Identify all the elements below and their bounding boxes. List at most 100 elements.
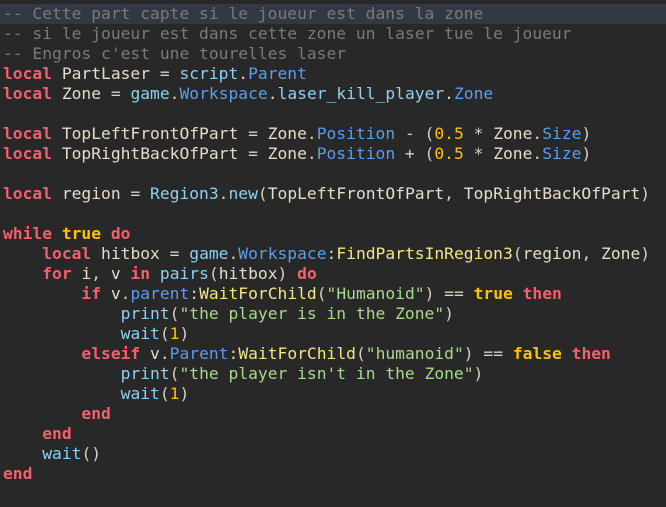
code-line[interactable]: -- Engros c'est une tourelles laser — [0, 44, 666, 64]
code-token-kw: then — [522, 284, 562, 303]
code-token-kw: end — [81, 404, 111, 423]
code-token-op: , — [581, 244, 602, 263]
code-token-cm: -- si le joueur est dans cette zone un l… — [3, 24, 572, 43]
code-token-op: . — [218, 184, 229, 203]
code-line[interactable]: print("the player is in the Zone") — [0, 304, 666, 324]
code-token-op: ( — [159, 384, 170, 403]
code-token-lit: true — [61, 224, 102, 243]
code-line[interactable]: local region = Region3.new(TopLeftFrontO… — [0, 184, 666, 204]
code-token-id: i — [71, 264, 92, 283]
code-token-bi: script — [179, 64, 239, 83]
code-token-op: . — [444, 84, 454, 103]
code-token-op: ( — [257, 184, 268, 203]
code-line[interactable]: end — [0, 404, 666, 424]
code-token-op: : — [228, 344, 239, 363]
code-line[interactable] — [0, 164, 666, 184]
code-line[interactable]: -- si le joueur est dans cette zone un l… — [0, 24, 666, 44]
code-token-id: TopLeftFrontOfPart — [52, 124, 249, 143]
code-token-mem: Workspace — [179, 84, 268, 103]
code-token-id: Zone — [52, 84, 111, 103]
code-token-mem: Position — [316, 124, 396, 143]
code-token-op: . — [120, 284, 131, 303]
code-token-id: Zone — [493, 144, 533, 163]
code-token-id: region — [522, 244, 582, 263]
code-line[interactable]: -- Cette part capte si le joueur est dan… — [0, 4, 666, 24]
code-token-bi: laser_kill_player — [277, 84, 445, 103]
code-token-kw: do — [297, 264, 317, 283]
code-line[interactable]: local Zone = game.Workspace.laser_kill_p… — [0, 84, 666, 104]
code-token-id: Zone — [267, 144, 307, 163]
code-line[interactable]: wait(1) — [0, 384, 666, 404]
code-token-op: . — [228, 244, 239, 263]
code-token-bi: new — [228, 184, 258, 203]
code-token-mem: Zone — [453, 84, 494, 103]
code-token-op: ) — [179, 384, 190, 403]
code-line[interactable]: wait() — [0, 444, 666, 464]
code-token-op: . — [532, 144, 543, 163]
code-token-op: * — [463, 124, 494, 143]
code-token-op: . — [238, 64, 249, 83]
code-line[interactable]: while true do — [0, 224, 666, 244]
code-token-op — [3, 364, 121, 383]
code-token-op: , — [91, 264, 111, 283]
code-line[interactable]: end — [0, 464, 666, 484]
code-token-bi: wait — [42, 444, 82, 463]
code-token-op: ( — [355, 344, 366, 363]
code-token-fn: WaitForChild — [199, 284, 317, 303]
code-line[interactable]: local TopLeftFrontOfPart = Zone.Position… — [0, 124, 666, 144]
code-token-op — [3, 424, 42, 443]
code-token-op — [3, 444, 42, 463]
code-token-num: 0.5 — [434, 124, 464, 143]
code-token-op: . — [267, 84, 278, 103]
code-token-lit: false — [512, 344, 562, 363]
code-token-id: TopRightBackOfPart — [463, 184, 641, 203]
code-token-num: 0.5 — [434, 144, 464, 163]
code-line[interactable]: if v.parent:WaitForChild("Humanoid") == … — [0, 284, 666, 304]
code-token-bi: game — [189, 244, 229, 263]
code-token-num: 1 — [169, 384, 180, 403]
code-token-bi: pairs — [159, 264, 209, 283]
code-token-op — [3, 284, 81, 303]
code-token-bi: print — [120, 304, 170, 323]
code-token-kw: local — [3, 144, 53, 163]
code-token-kw: local — [3, 64, 53, 83]
code-line[interactable]: print("the player isn't in the Zone") — [0, 364, 666, 384]
code-token-op: , — [444, 184, 464, 203]
code-line[interactable] — [0, 204, 666, 224]
code-token-op: ( — [169, 304, 180, 323]
code-token-kw: do — [110, 224, 131, 243]
code-token-op: * — [463, 144, 494, 163]
code-token-op — [3, 264, 42, 283]
code-line[interactable]: wait(1) — [0, 324, 666, 344]
code-token-kw: then — [571, 344, 611, 363]
code-line[interactable]: local hitbox = game.Workspace:FindPartsI… — [0, 244, 666, 264]
code-line[interactable] — [0, 104, 666, 124]
code-token-mem: Parent — [169, 344, 229, 363]
code-token-op: ( — [159, 324, 170, 343]
code-line[interactable]: for i, v in pairs(hitbox) do — [0, 264, 666, 284]
code-token-op — [3, 404, 81, 423]
code-token-op: + ( — [395, 144, 435, 163]
code-token-op — [3, 244, 42, 263]
code-token-op: ) — [179, 324, 190, 343]
code-token-cm: -- Cette part capte si le joueur est dan… — [3, 4, 484, 23]
code-token-op: = — [248, 144, 268, 163]
code-token-mem: Size — [542, 144, 582, 163]
code-line[interactable]: elseif v.Parent:WaitForChild("humanoid")… — [0, 344, 666, 364]
code-token-op — [513, 284, 523, 303]
code-token-op: ) — [444, 304, 454, 323]
code-token-mem: Size — [542, 124, 582, 143]
code-token-kw: local — [3, 184, 53, 203]
code-token-mem: parent — [130, 284, 190, 303]
code-token-id: v — [101, 284, 121, 303]
code-editor[interactable]: -- Cette part capte si le joueur est dan… — [0, 0, 666, 507]
code-token-id: Zone — [601, 244, 641, 263]
code-token-op: ) — [640, 184, 651, 203]
code-line[interactable]: end — [0, 424, 666, 444]
code-token-id: PartLaser — [52, 64, 160, 83]
code-line[interactable]: local TopRightBackOfPart = Zone.Position… — [0, 144, 666, 164]
code-token-op: ) == — [463, 344, 513, 363]
code-token-op: : — [326, 244, 337, 263]
code-line[interactable]: local PartLaser = script.Parent — [0, 64, 666, 84]
code-token-op: () — [81, 444, 102, 463]
